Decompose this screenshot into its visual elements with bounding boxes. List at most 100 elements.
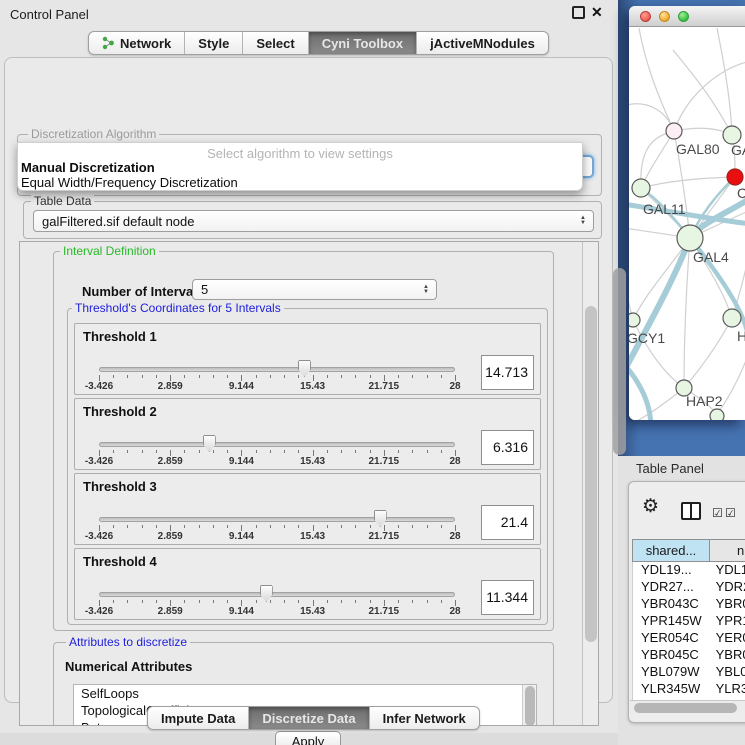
network-node[interactable] bbox=[666, 123, 682, 139]
table-hscrollbar-thumb[interactable] bbox=[634, 703, 737, 713]
threshold-label: Threshold 1 bbox=[83, 329, 157, 344]
apply-button[interactable]: Apply bbox=[275, 731, 341, 745]
table-cell: YDR27... bbox=[633, 579, 711, 596]
table-cell: YBL0 bbox=[711, 664, 745, 681]
checkbox-checked-icon[interactable]: ☑ bbox=[725, 506, 736, 520]
threshold-3-slider-track[interactable] bbox=[99, 517, 455, 522]
node-label: H bbox=[737, 328, 745, 344]
threshold-3-value-field[interactable]: 21.4 bbox=[481, 505, 534, 540]
algorithm-hint-option[interactable]: Select algorithm to view settings bbox=[18, 146, 582, 161]
minor-tick bbox=[398, 525, 399, 528]
table-row[interactable]: YPR145WYPR1 bbox=[633, 613, 745, 630]
tab-style[interactable]: Style bbox=[185, 32, 243, 54]
minor-tick bbox=[341, 450, 342, 453]
minor-tick bbox=[156, 600, 157, 603]
tab-cyni-toolbox[interactable]: Cyni Toolbox bbox=[309, 32, 417, 54]
control-panel: Control Panel ✕ NetworkStyleSelectCyni T… bbox=[0, 0, 618, 733]
gear-icon[interactable]: ⚙ bbox=[642, 495, 659, 518]
attribute-item[interactable]: SelfLoops bbox=[74, 685, 536, 702]
node-label: GAL4 bbox=[693, 249, 729, 265]
column-header-name[interactable]: n bbox=[710, 539, 745, 562]
tick-label: 15.43 bbox=[300, 381, 325, 392]
minor-tick bbox=[412, 600, 413, 603]
threshold-1-slider-thumb[interactable] bbox=[298, 360, 311, 377]
table-row[interactable]: YLR345WYLR3 bbox=[633, 681, 745, 698]
minor-tick bbox=[284, 450, 285, 453]
split-pane-icon[interactable] bbox=[681, 502, 701, 520]
table-row[interactable]: YBL079WYBL0 bbox=[633, 664, 745, 681]
minor-tick bbox=[156, 375, 157, 378]
settings-scrollbar-thumb[interactable] bbox=[585, 306, 597, 642]
tick-label: 9.144 bbox=[229, 456, 254, 467]
network-view-window[interactable]: GAL80GACGAL11GAL4GCY1HHAP2 bbox=[629, 6, 745, 420]
table-data-group: Table Data galFiltered.sif default node … bbox=[23, 201, 602, 239]
tab-discretize-data[interactable]: Discretize Data bbox=[249, 707, 369, 729]
algorithm-option-manual[interactable]: Manual Discretization bbox=[21, 160, 155, 175]
minor-tick bbox=[327, 450, 328, 453]
network-node[interactable] bbox=[677, 225, 703, 251]
column-header-shared[interactable]: shared... bbox=[632, 539, 710, 562]
table-row[interactable]: YDL19...YDL1 bbox=[633, 562, 745, 579]
close-light-icon[interactable] bbox=[640, 11, 651, 22]
tick-label: 2.859 bbox=[158, 531, 183, 542]
algorithm-option-equal-width[interactable]: Equal Width/Frequency Discretization bbox=[21, 175, 238, 190]
tab-infer-network[interactable]: Infer Network bbox=[370, 707, 479, 729]
minor-tick bbox=[398, 450, 399, 453]
combo-arrows-icon: ▲▼ bbox=[419, 285, 433, 295]
zoom-light-icon[interactable] bbox=[678, 11, 689, 22]
attributes-scrollbar[interactable] bbox=[522, 685, 536, 726]
network-node[interactable] bbox=[632, 179, 650, 197]
minor-tick bbox=[341, 600, 342, 603]
minor-tick bbox=[370, 450, 371, 453]
minor-tick bbox=[127, 375, 128, 378]
minor-tick bbox=[398, 600, 399, 603]
network-edge bbox=[633, 238, 690, 320]
threshold-4-value-field[interactable]: 11.344 bbox=[481, 580, 534, 615]
tick-label: 15.43 bbox=[300, 606, 325, 617]
tab-impute-data[interactable]: Impute Data bbox=[148, 707, 249, 729]
number-of-intervals-combobox[interactable]: 5 ▲▼ bbox=[192, 279, 437, 300]
threshold-4-slider-track[interactable] bbox=[99, 592, 455, 597]
network-node[interactable] bbox=[710, 409, 724, 420]
minor-tick bbox=[142, 375, 143, 378]
minor-tick bbox=[227, 600, 228, 603]
table-row[interactable]: YDR27...YDR2 bbox=[633, 579, 745, 596]
threshold-2-value-field[interactable]: 6.316 bbox=[481, 430, 534, 465]
tab-select[interactable]: Select bbox=[243, 32, 308, 54]
tab-jactivemnodules[interactable]: jActiveMNodules bbox=[417, 32, 548, 54]
combo-arrows-icon: ▲▼ bbox=[576, 216, 590, 226]
attributes-scrollbar-thumb[interactable] bbox=[525, 686, 535, 726]
network-canvas[interactable]: GAL80GACGAL11GAL4GCY1HHAP2 bbox=[629, 28, 745, 420]
table-cell: YDR2 bbox=[711, 579, 745, 596]
tick-label: 28 bbox=[449, 531, 460, 542]
network-node[interactable] bbox=[727, 169, 743, 185]
table-row[interactable]: YER054CYER0 bbox=[633, 630, 745, 647]
minor-tick bbox=[270, 600, 271, 603]
minor-tick bbox=[184, 375, 185, 378]
close-icon[interactable]: ✕ bbox=[591, 4, 603, 21]
table-cell: YLR345W bbox=[633, 681, 711, 698]
checkbox-checked-icon[interactable]: ☑ bbox=[712, 506, 723, 520]
table-row[interactable]: YBR043CYBR0 bbox=[633, 596, 745, 613]
network-node[interactable] bbox=[629, 313, 640, 327]
minimize-light-icon[interactable] bbox=[659, 11, 670, 22]
threshold-1-slider-track[interactable] bbox=[99, 367, 455, 372]
float-icon[interactable] bbox=[572, 6, 585, 19]
minor-tick bbox=[184, 600, 185, 603]
table-horizontal-scrollbar[interactable] bbox=[630, 700, 745, 714]
network-window-titlebar[interactable] bbox=[629, 6, 745, 27]
minor-tick bbox=[113, 450, 114, 453]
minor-tick bbox=[113, 375, 114, 378]
network-node[interactable] bbox=[723, 309, 741, 327]
numerical-attributes-label: Numerical Attributes bbox=[65, 659, 192, 674]
panel-overlay-scrollbar-thumb[interactable] bbox=[613, 268, 626, 455]
threshold-1-value-field[interactable]: 14.713 bbox=[481, 355, 534, 390]
settings-vertical-scrollbar[interactable] bbox=[582, 242, 599, 725]
table-data-combobox[interactable]: galFiltered.sif default node ▲▼ bbox=[33, 210, 594, 232]
tick-label: 15.43 bbox=[300, 531, 325, 542]
minor-tick bbox=[156, 450, 157, 453]
node-label: GAL11 bbox=[643, 201, 686, 217]
tab-network[interactable]: Network bbox=[89, 32, 185, 54]
threshold-2-slider-track[interactable] bbox=[99, 442, 455, 447]
table-row[interactable]: YBR045CYBR0 bbox=[633, 647, 745, 664]
